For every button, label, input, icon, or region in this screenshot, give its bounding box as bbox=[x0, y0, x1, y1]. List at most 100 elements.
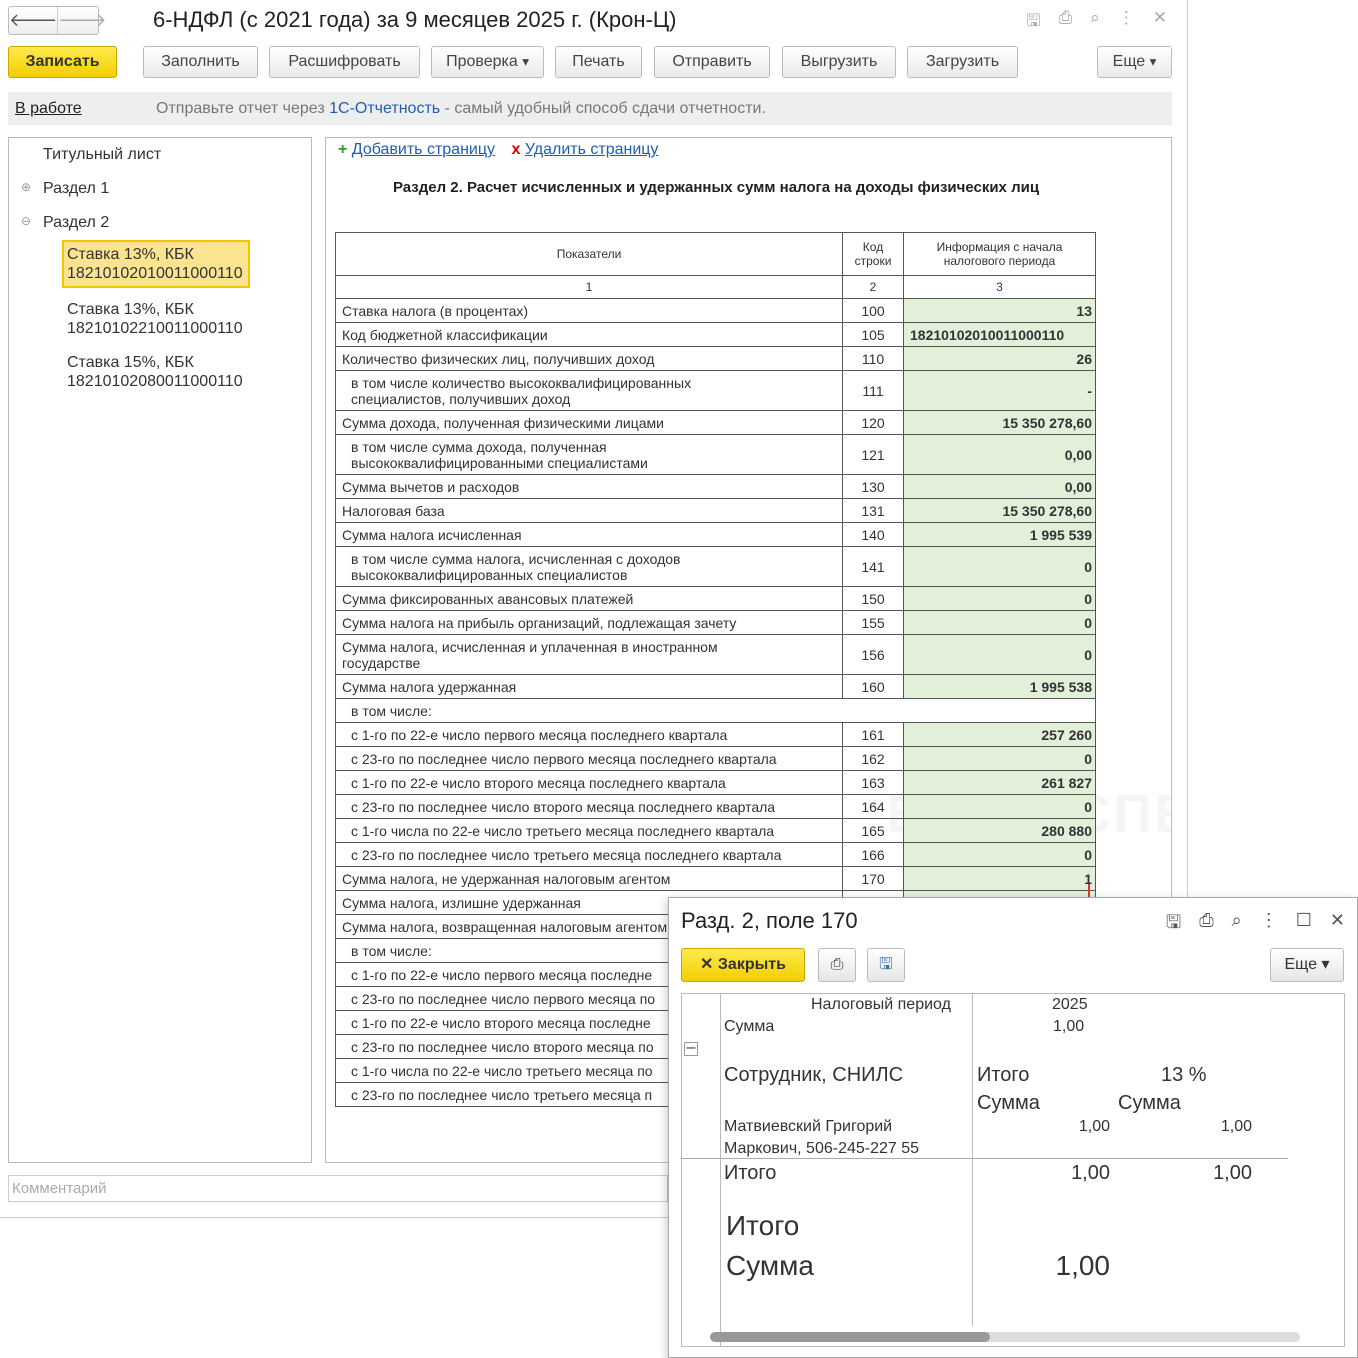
print-button[interactable]: Печать bbox=[555, 46, 642, 78]
table-row: с 23-го по последнее число третьего меся… bbox=[335, 842, 1096, 867]
colnum: 1 bbox=[335, 275, 843, 299]
floppy-icon: 🖫 bbox=[879, 956, 893, 973]
more-label: Еще bbox=[1284, 956, 1318, 973]
table-row: с 23-го по последнее число первого месяц… bbox=[335, 746, 1096, 771]
row-value[interactable]: - bbox=[903, 370, 1096, 411]
back-button[interactable]: 🡐 bbox=[9, 7, 57, 34]
row-value[interactable]: 0 bbox=[903, 610, 1096, 635]
row-value[interactable]: 0,00 bbox=[903, 474, 1096, 499]
employee-header: Сотрудник, СНИЛС bbox=[724, 1064, 904, 1086]
row-label: Сумма вычетов и расходов bbox=[335, 474, 843, 499]
divider bbox=[720, 994, 721, 1346]
row-value[interactable]: 261 827 bbox=[903, 770, 1096, 795]
row-value[interactable]: 18210102010011000110 bbox=[903, 322, 1096, 347]
row-value[interactable]: 15 350 278,60 bbox=[903, 410, 1096, 435]
row-value[interactable]: 26 bbox=[903, 346, 1096, 371]
comment-input[interactable]: Комментарий bbox=[8, 1175, 668, 1202]
table-row: Сумма налога, не удержанная налоговым аг… bbox=[335, 866, 1096, 891]
row-value[interactable]: 0 bbox=[903, 746, 1096, 771]
export-button[interactable]: Выгрузить bbox=[782, 46, 896, 78]
row-code: 162 bbox=[842, 746, 904, 771]
row-label: Налоговая база bbox=[335, 498, 843, 523]
row-value[interactable]: 257 260 bbox=[903, 722, 1096, 747]
row-label: в том числе количество высококвалифициро… bbox=[335, 370, 843, 411]
row-value[interactable]: 15 350 278,60 bbox=[903, 498, 1096, 523]
table-row: с 1-го числа по 22-е число третьего меся… bbox=[335, 818, 1096, 843]
expand-icon[interactable]: ⊕ bbox=[21, 180, 31, 194]
scrollbar-thumb[interactable] bbox=[710, 1332, 990, 1342]
row-code: 156 bbox=[842, 634, 904, 675]
reporting-link[interactable]: 1С-Отчетность bbox=[329, 100, 440, 117]
delete-page-link[interactable]: Удалить страницу bbox=[525, 141, 659, 158]
more-button[interactable]: Еще ▾ bbox=[1270, 948, 1344, 982]
send-button[interactable]: Отправить bbox=[654, 46, 770, 78]
row-value[interactable]: 0 bbox=[903, 634, 1096, 675]
more-icon[interactable]: ⋮ bbox=[1118, 8, 1135, 37]
fill-button[interactable]: Заполнить bbox=[143, 46, 258, 78]
row-label: Сумма фиксированных авансовых платежей bbox=[335, 586, 843, 611]
preview-icon[interactable]: ⌕ bbox=[1090, 8, 1100, 37]
table-row: Количество физических лиц, получивших до… bbox=[335, 346, 1096, 371]
preview-icon[interactable]: ⌕ bbox=[1232, 910, 1242, 940]
save-icon[interactable]: 🖫 bbox=[1026, 8, 1040, 37]
table-row: в том числе сумма дохода, полученная выс… bbox=[335, 434, 1096, 475]
tree-item-rate-13-b[interactable]: Ставка 13%, КБК 18210102210011000110 bbox=[67, 300, 243, 338]
table-row: Ставка налога (в процентах) 100 13 bbox=[335, 298, 1096, 323]
row-value[interactable]: 0 bbox=[903, 842, 1096, 867]
item-kbk: 18210102080011000110 bbox=[67, 373, 243, 390]
window-icons: 🖫 ⎙ ⌕ ⋮ ✕ bbox=[1026, 8, 1167, 37]
print-icon[interactable]: ⎙ bbox=[1199, 910, 1213, 940]
row-code: 131 bbox=[842, 498, 904, 523]
row-label: Сумма налога удержанная bbox=[335, 674, 843, 699]
add-page-link[interactable]: Добавить страницу bbox=[352, 141, 495, 158]
tree-item-section-1[interactable]: Раздел 1 bbox=[43, 180, 109, 198]
close-button[interactable]: ✕ Закрыть bbox=[681, 948, 805, 982]
close-icon[interactable]: ✕ bbox=[1153, 8, 1167, 37]
import-button[interactable]: Загрузить bbox=[907, 46, 1018, 78]
table-row: с 1-го по 22-е число первого месяца посл… bbox=[335, 722, 1096, 747]
row-label: Сумма налога на прибыль организаций, под… bbox=[335, 610, 843, 635]
more-button[interactable]: Еще ▾ bbox=[1097, 46, 1172, 78]
check-button[interactable]: Проверка ▾ bbox=[431, 46, 544, 78]
table-row: Сумма вычетов и расходов 130 0,00 bbox=[335, 474, 1096, 499]
forward-button[interactable]: 🡒 bbox=[57, 7, 107, 34]
row-value[interactable]: 280 880 bbox=[903, 818, 1096, 843]
tree-item-rate-15[interactable]: Ставка 15%, КБК 18210102080011000110 bbox=[67, 353, 243, 391]
row-label: в том числе: bbox=[335, 698, 1096, 723]
row-value[interactable]: 0 bbox=[903, 794, 1096, 819]
row-code: 161 bbox=[842, 722, 904, 747]
save-button[interactable]: 🖫 bbox=[867, 948, 905, 982]
row-code: 170 bbox=[842, 866, 904, 891]
save-icon[interactable]: 🖫 bbox=[1166, 910, 1181, 940]
section-tree: Титульный лист ⊕ Раздел 1 ⊖ Раздел 2 Ста… bbox=[8, 137, 312, 1163]
save-button[interactable]: Записать bbox=[8, 46, 117, 78]
decode-button[interactable]: Расшифровать bbox=[269, 46, 420, 78]
print-button[interactable]: ⎙ bbox=[818, 948, 856, 982]
collapse-icon[interactable]: ⊖ bbox=[21, 214, 31, 228]
print-icon[interactable]: ⎙ bbox=[1059, 8, 1073, 37]
sum-label: Сумма bbox=[724, 1018, 775, 1035]
table-row: в том числе сумма налога, исчисленная с … bbox=[335, 546, 1096, 587]
row-value[interactable]: 1 bbox=[903, 866, 1096, 891]
chevron-down-icon: ▾ bbox=[522, 54, 529, 69]
row-code: 105 bbox=[842, 322, 904, 347]
close-icon[interactable]: ✕ bbox=[1330, 910, 1345, 940]
collapse-icon[interactable]: – bbox=[684, 1040, 698, 1056]
row-code: 166 bbox=[842, 842, 904, 867]
status-link[interactable]: В работе bbox=[15, 92, 82, 125]
row-value[interactable]: 1 995 538 bbox=[903, 674, 1096, 699]
tree-item-section-2[interactable]: Раздел 2 bbox=[43, 214, 109, 232]
row-value[interactable]: 0 bbox=[903, 546, 1096, 587]
more-icon[interactable]: ⋮ bbox=[1260, 910, 1278, 940]
maximize-icon[interactable]: ☐ bbox=[1296, 910, 1312, 940]
delete-icon: x bbox=[511, 141, 521, 158]
sum-header: Сумма bbox=[1118, 1092, 1181, 1114]
row-label: с 1-го по 22-е число второго месяца посл… bbox=[335, 770, 843, 795]
tree-item-title-page[interactable]: Титульный лист bbox=[43, 146, 161, 164]
horizontal-scrollbar[interactable] bbox=[710, 1332, 1300, 1342]
row-value[interactable]: 0,00 bbox=[903, 434, 1096, 475]
row-value[interactable]: 1 995 539 bbox=[903, 522, 1096, 547]
row-value[interactable]: 13 bbox=[903, 298, 1096, 323]
tree-item-rate-13-a[interactable]: Ставка 13%, КБК 18210102010011000110 bbox=[62, 240, 250, 288]
row-value[interactable]: 0 bbox=[903, 586, 1096, 611]
